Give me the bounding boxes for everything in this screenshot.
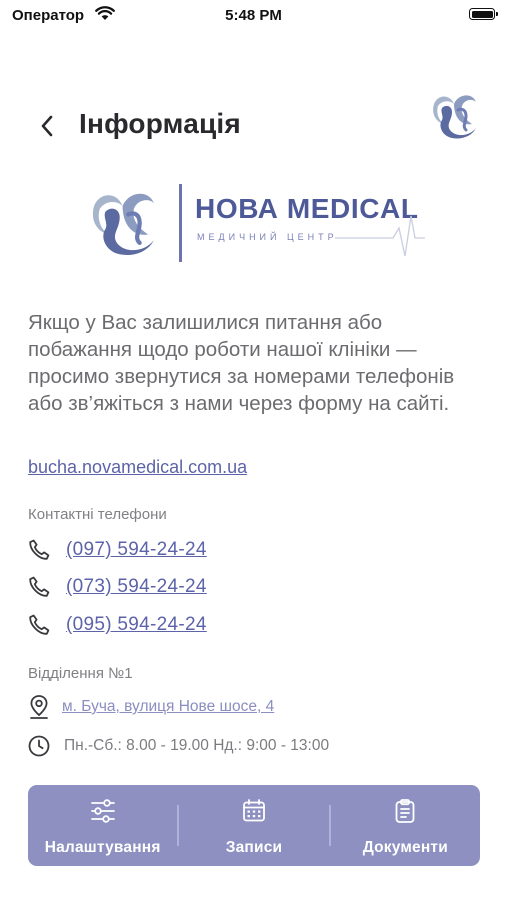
status-time: 5:48 PM	[225, 7, 282, 24]
website-link[interactable]: bucha.novamedical.com.ua	[28, 457, 247, 478]
clipboard-icon	[393, 797, 417, 825]
nova-medical-emblem-icon	[428, 90, 482, 147]
tab-separator	[177, 805, 180, 846]
brand-emblem-icon	[84, 186, 164, 265]
calendar-icon	[241, 797, 267, 825]
settings-sliders-icon	[89, 797, 117, 825]
intro-text: Якщо у Вас залишилися питання або побажа…	[28, 311, 455, 415]
tab-separator	[328, 805, 331, 846]
hours-row: Пн.-Сб.: 8.00 - 19.00 Нд.: 9:00 - 13:00	[26, 733, 329, 759]
tab-documents-label: Документи	[362, 839, 448, 856]
phone-number: (095) 594-24-24	[66, 614, 207, 635]
phone-link-2[interactable]: (073) 594-24-24	[26, 573, 207, 601]
branch-label: Відділення №1	[28, 665, 133, 682]
brand-divider	[179, 184, 182, 262]
working-hours: Пн.-Сб.: 8.00 - 19.00 Нд.: 9:00 - 13:00	[64, 737, 330, 754]
tab-appointments-label: Записи	[225, 839, 283, 856]
phone-icon	[26, 537, 52, 563]
address-link: м. Буча, вулиця Нове шосе, 4	[62, 698, 275, 715]
phone-number: (073) 594-24-24	[66, 576, 207, 597]
tab-settings-label: Налаштування	[44, 839, 161, 856]
tab-bar: Налаштування Записи Документи	[28, 785, 480, 866]
tab-documents[interactable]: Документи	[331, 785, 480, 866]
clock-icon	[26, 733, 52, 759]
status-bar: Оператор 5:48 PM	[0, 0, 507, 32]
page-title: Інформація	[79, 108, 241, 139]
back-button[interactable]	[32, 111, 62, 141]
phone-icon	[26, 574, 52, 600]
location-pin-icon	[26, 694, 52, 720]
battery-icon	[469, 8, 498, 20]
phone-number: (097) 594-24-24	[66, 539, 207, 560]
tab-settings[interactable]: Налаштування	[28, 785, 177, 866]
ecg-line-icon	[335, 210, 425, 267]
chevron-left-icon	[41, 115, 53, 137]
address-row[interactable]: м. Буча, вулиця Нове шосе, 4	[26, 694, 274, 720]
brand-subtitle: МЕДИЧНИЙ ЦЕНТР	[197, 232, 338, 242]
phone-link-3[interactable]: (095) 594-24-24	[26, 611, 207, 639]
phone-icon	[26, 612, 52, 638]
phone-link-1[interactable]: (097) 594-24-24	[26, 536, 207, 564]
tab-appointments[interactable]: Записи	[179, 785, 328, 866]
contacts-label: Контактні телефони	[28, 506, 167, 523]
